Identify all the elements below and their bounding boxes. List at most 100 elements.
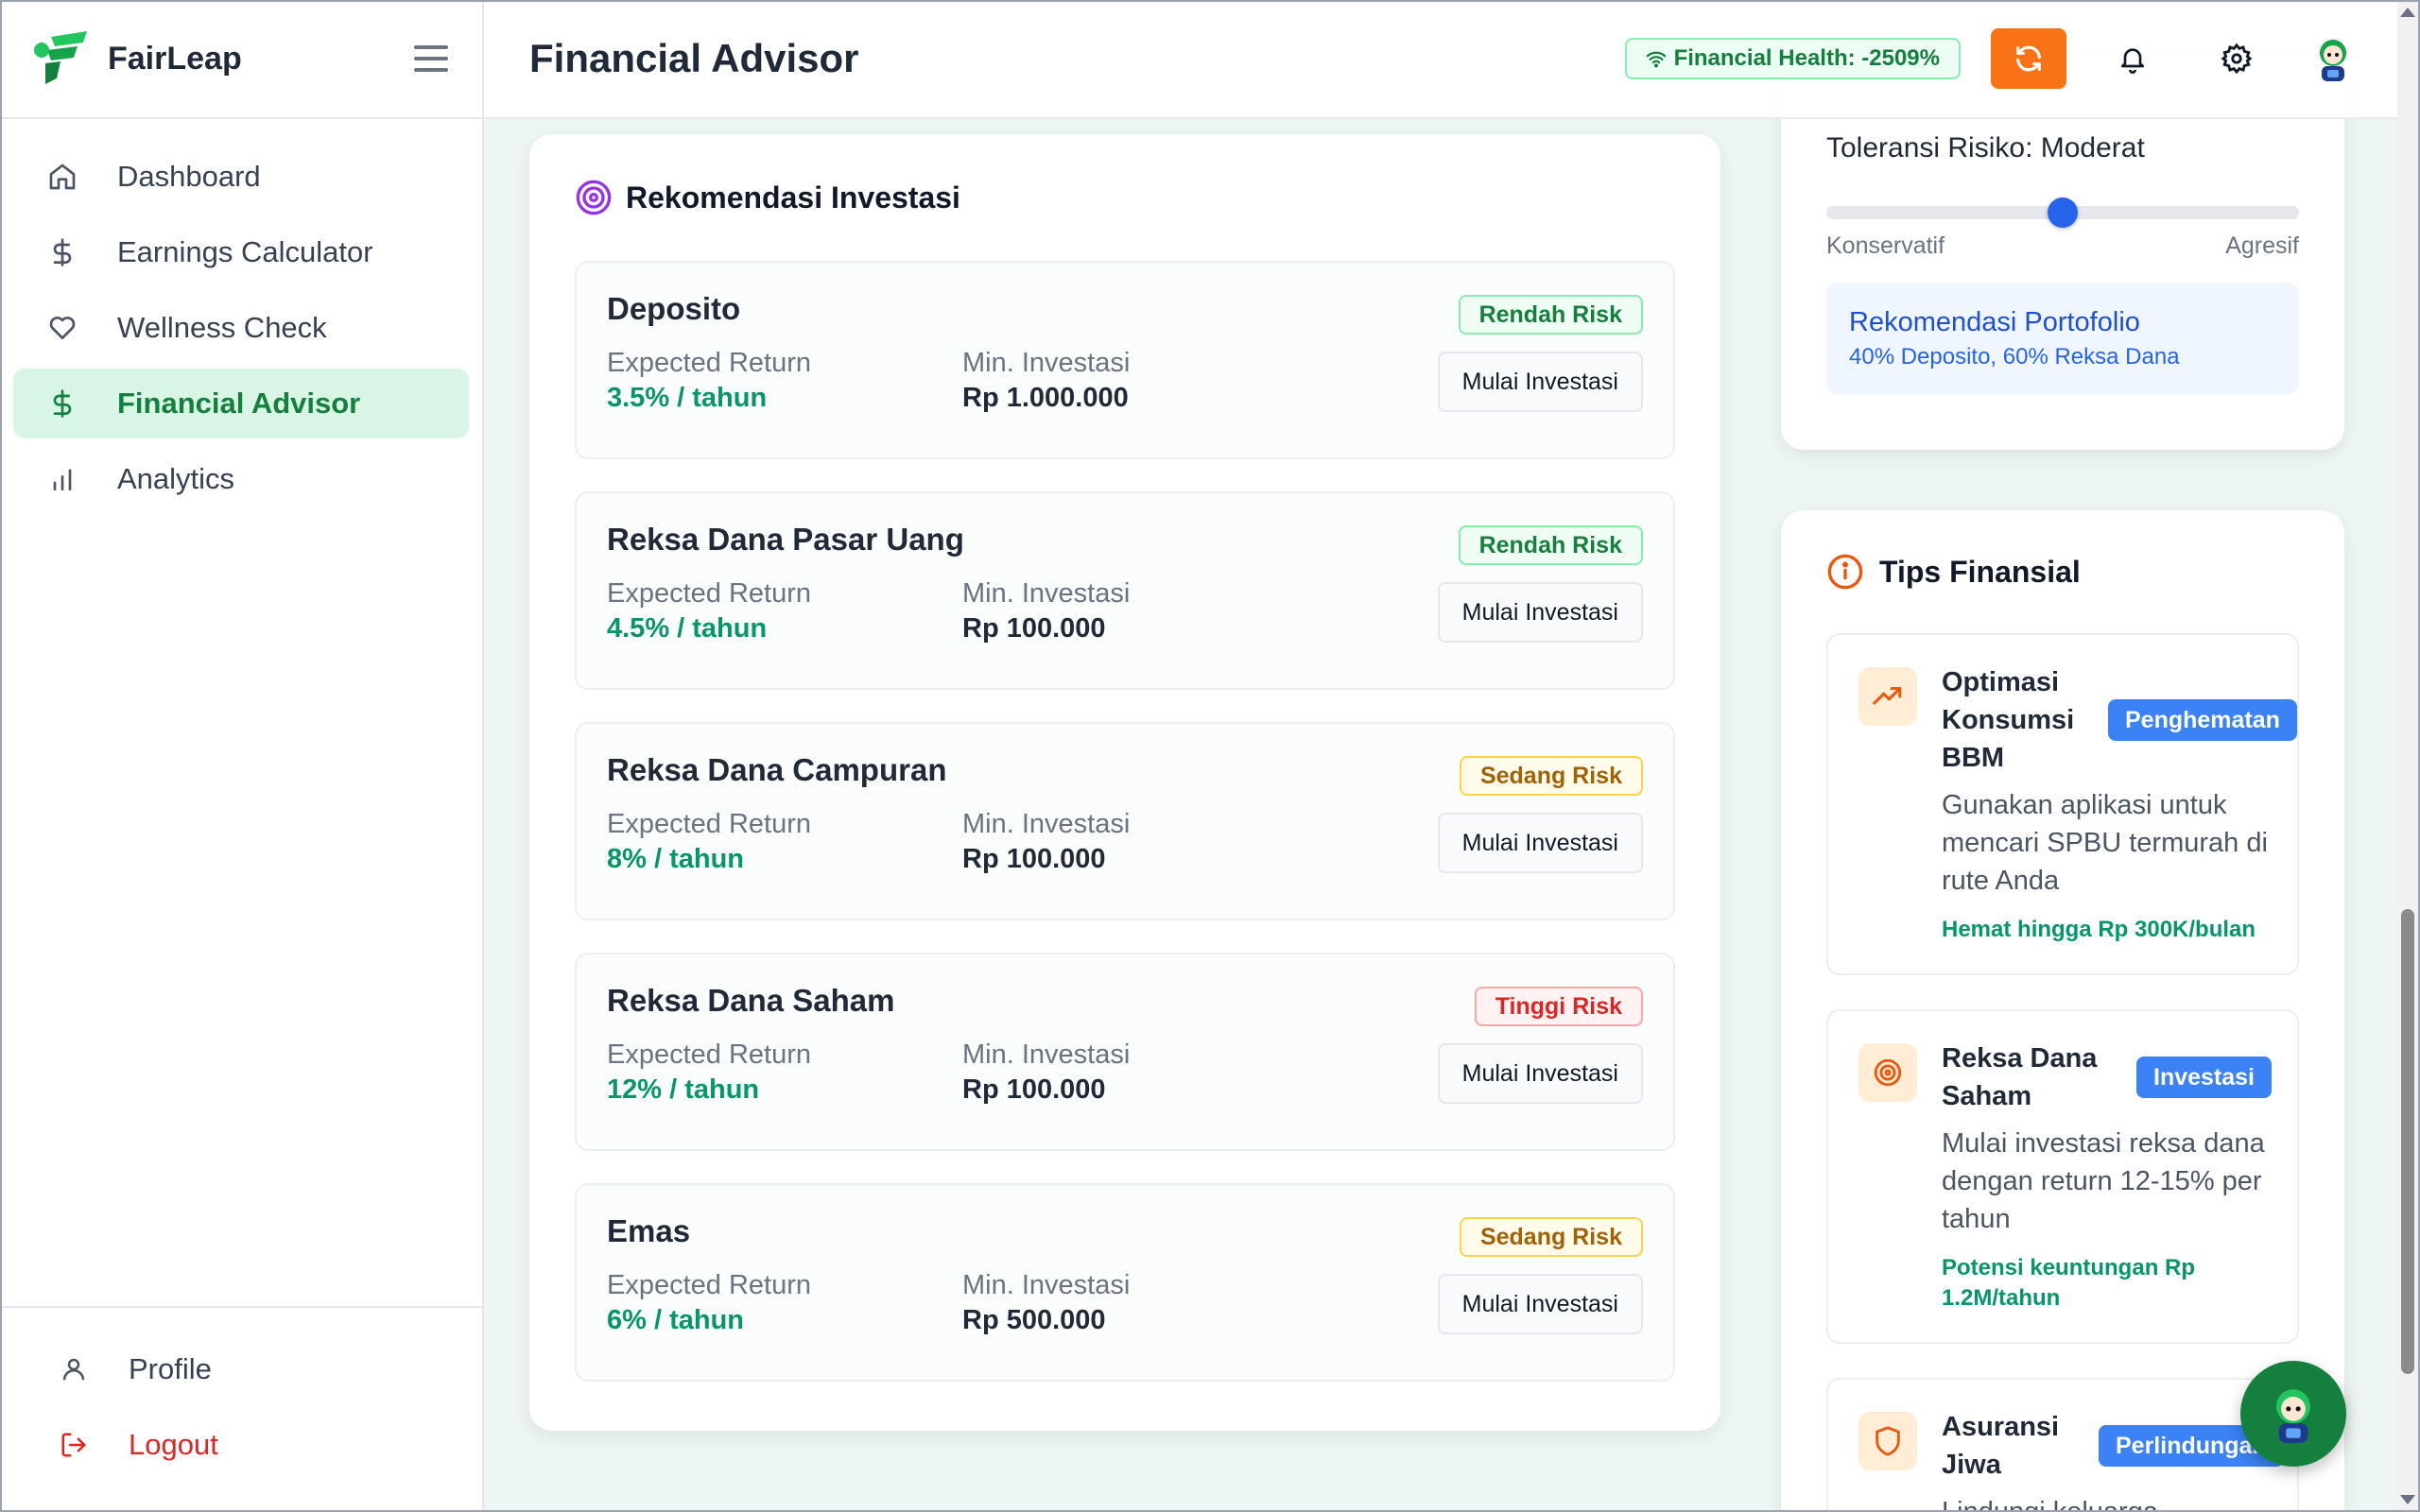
tip-description: Mulai investasi reksa dana dengan return…: [1942, 1128, 2265, 1234]
shield-icon: [1858, 1412, 1917, 1470]
top-header: Financial Advisor Financial Health: -250…: [484, 0, 2420, 119]
tip-item[interactable]: Optimasi Konsumsi BBM Penghematan Gunaka…: [1826, 633, 2299, 975]
tip-title: Reksa Dana Saham: [1942, 1043, 2098, 1111]
expected-return-value: 6% / tahun: [607, 1305, 745, 1335]
start-investment-button[interactable]: Mulai Investasi: [1437, 813, 1643, 873]
min-investment-label: Min. Investasi: [962, 1040, 1131, 1070]
scrollbar-thumb[interactable]: [2401, 909, 2414, 1374]
investment-card-title: Rekomendasi Investasi: [626, 180, 960, 215]
start-investment-button[interactable]: Mulai Investasi: [1437, 352, 1643, 412]
dollar-icon: [45, 387, 79, 421]
risk-tolerance-slider[interactable]: [1826, 193, 2299, 231]
min-investment-label: Min. Investasi: [962, 348, 1131, 378]
logout-label: Logout: [129, 1428, 218, 1461]
tip-tag: Investasi: [2136, 1057, 2273, 1098]
sidebar-item-label: Financial Advisor: [117, 387, 361, 420]
mascot-chat-icon: [2276, 1389, 2310, 1443]
home-icon: [45, 160, 79, 194]
tip-saving: Potensi keuntungan Rp 1.2M/tahun: [1942, 1255, 2196, 1311]
brand-bar: FairLeap: [0, 0, 482, 119]
investment-item-reksa-dana-pasar-uang: Reksa Dana Pasar Uang Rendah Risk Expect…: [575, 491, 1675, 690]
risk-badge: Tinggi Risk: [1474, 987, 1643, 1026]
info-icon: [1827, 554, 1863, 590]
investment-item-reksa-dana-campuran: Reksa Dana Campuran Sedang Risk Expected…: [575, 722, 1675, 920]
financial-health-badge: Financial Health: -2509%: [1624, 38, 1961, 79]
min-investment-label: Min. Investasi: [962, 578, 1131, 609]
tips-title: Tips Finansial: [1879, 554, 2081, 589]
min-investment-label: Min. Investasi: [962, 809, 1131, 839]
bar-chart-icon: [45, 462, 79, 496]
logout-link[interactable]: Logout: [28, 1410, 454, 1480]
sidebar-item-label: Analytics: [117, 462, 235, 495]
logout-icon: [57, 1428, 91, 1462]
tip-tag: Penghematan: [2108, 699, 2297, 741]
target-icon: [1858, 1043, 1917, 1102]
start-investment-button[interactable]: Mulai Investasi: [1437, 1043, 1643, 1104]
portfolio-title: Rekomendasi Portofolio: [1849, 307, 2140, 337]
expected-return-label: Expected Return: [607, 578, 812, 609]
scroll-up-arrow-icon[interactable]: [2400, 8, 2415, 17]
expected-return-label: Expected Return: [607, 1040, 812, 1070]
sidebar-item-wellness-check[interactable]: Wellness Check: [13, 293, 469, 363]
start-investment-button[interactable]: Mulai Investasi: [1437, 582, 1643, 643]
portfolio-description: 40% Deposito, 60% Reksa Dana: [1849, 344, 2180, 369]
sidebar-item-label: Wellness Check: [117, 311, 327, 344]
dollar-icon: [45, 235, 79, 269]
sidebar-item-earnings-calculator[interactable]: Earnings Calculator: [13, 217, 469, 287]
settings-button[interactable]: [2199, 28, 2274, 89]
refresh-icon: [2016, 45, 2041, 72]
risk-badge: Sedang Risk: [1459, 1217, 1643, 1257]
risk-badge: Rendah Risk: [1458, 295, 1643, 335]
sidebar-item-analytics[interactable]: Analytics: [13, 444, 469, 514]
slider-thumb[interactable]: [2048, 198, 2078, 228]
expected-return-label: Expected Return: [607, 809, 812, 839]
notifications-button[interactable]: [2095, 28, 2170, 89]
tip-item[interactable]: Asuransi Jiwa Perlindungan Lindungi kelu…: [1826, 1378, 2299, 1512]
refresh-button[interactable]: [1991, 28, 2066, 89]
financial-health-text: Financial Health: -2509%: [1673, 45, 1940, 71]
slider-min-label: Konservatif: [1826, 232, 1945, 259]
risk-tolerance-title: Toleransi Risiko: Moderat: [1826, 132, 2145, 163]
expected-return-value: 12% / tahun: [607, 1074, 760, 1105]
brand-name: FairLeap: [108, 40, 242, 77]
investment-item-reksa-dana-saham: Reksa Dana Saham Tinggi Risk Expected Re…: [575, 953, 1675, 1151]
sidebar-item-dashboard[interactable]: Dashboard: [13, 142, 469, 212]
profile-link[interactable]: Profile: [28, 1334, 454, 1404]
sidebar-item-label: Dashboard: [117, 160, 261, 193]
slider-labels: Konservatif Agresif: [1826, 232, 2299, 260]
chat-assistant-button[interactable]: [2240, 1361, 2346, 1467]
expected-return-label: Expected Return: [607, 1270, 812, 1300]
sidebar-nav: Dashboard Earnings Calculator Wellness C…: [0, 119, 482, 542]
page-scrollbar[interactable]: [2397, 0, 2418, 1512]
tip-title: Optimasi Konsumsi BBM: [1942, 667, 2075, 773]
investment-recommendations-card: Rekomendasi Investasi Deposito Rendah Ri…: [529, 134, 1720, 1431]
sidebar-bottom: Profile Logout: [0, 1306, 482, 1512]
investment-card-header: Rekomendasi Investasi: [575, 134, 1675, 261]
user-icon: [57, 1352, 91, 1386]
avatar[interactable]: [2303, 28, 2363, 89]
investment-item-emas: Emas Sedang Risk Expected Return 6% / ta…: [575, 1183, 1675, 1382]
portfolio-recommendation: Rekomendasi Portofolio 40% Deposito, 60%…: [1826, 283, 2299, 394]
tip-saving: Hemat hingga Rp 300K/bulan: [1942, 917, 2256, 942]
menu-toggle-icon[interactable]: [414, 45, 448, 72]
scroll-down-arrow-icon[interactable]: [2400, 1495, 2415, 1504]
expected-return-label: Expected Return: [607, 348, 812, 378]
min-investment-value: Rp 1.000.000: [962, 383, 1129, 413]
wifi-icon: [1646, 51, 1666, 68]
tip-description: Gunakan aplikasi untuk mencari SPBU term…: [1942, 790, 2268, 896]
sidebar: FairLeap Dashboard Earnings Calculator W…: [0, 0, 484, 1512]
sidebar-item-financial-advisor[interactable]: Financial Advisor: [13, 369, 469, 438]
mascot-avatar-icon: [2320, 40, 2346, 81]
tips-header: Tips Finansial: [1826, 510, 2299, 633]
expected-return-value: 4.5% / tahun: [607, 613, 768, 644]
slider-max-label: Agresif: [2225, 232, 2299, 259]
expected-return-value: 3.5% / tahun: [607, 383, 768, 413]
start-investment-button[interactable]: Mulai Investasi: [1437, 1274, 1643, 1334]
risk-badge: Rendah Risk: [1458, 525, 1643, 565]
tip-item[interactable]: Reksa Dana Saham Investasi Mulai investa…: [1826, 1009, 2299, 1344]
bell-icon: [2121, 48, 2144, 74]
min-investment-value: Rp 100.000: [962, 1074, 1106, 1105]
investment-item-deposito: Deposito Rendah Risk Expected Return 3.5…: [575, 261, 1675, 459]
tip-description: Lindungi keluarga: [1942, 1497, 2158, 1512]
fairleap-logo-icon: [34, 31, 87, 84]
